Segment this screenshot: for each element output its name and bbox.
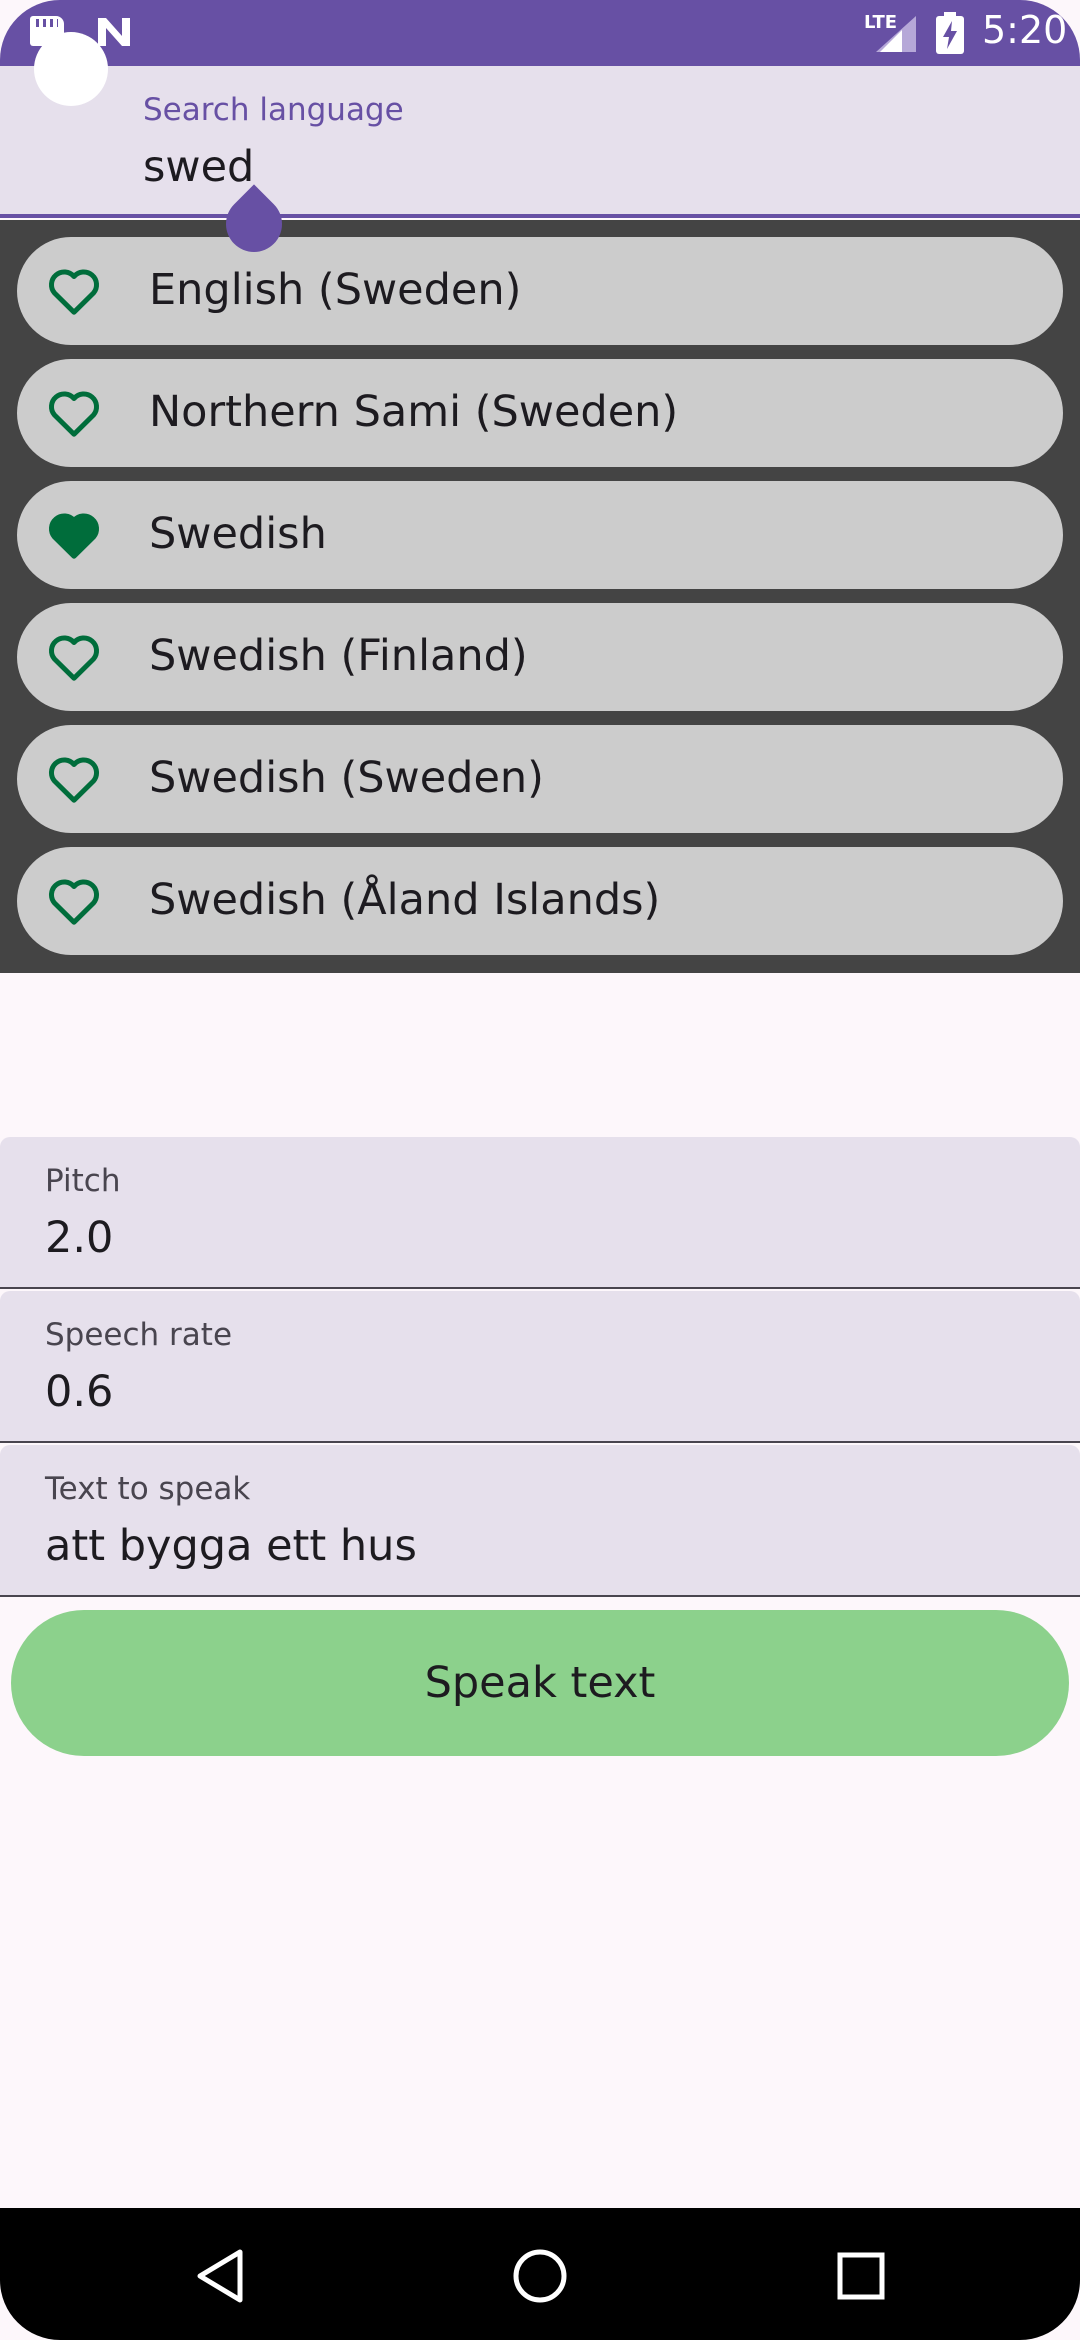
heart-outline-icon[interactable] <box>43 627 105 687</box>
language-item[interactable]: Swedish (Sweden) <box>17 725 1063 833</box>
touch-indicator <box>34 32 108 106</box>
language-search-field[interactable]: Search language swed <box>0 66 1080 218</box>
heart-outline-icon[interactable] <box>43 749 105 809</box>
heart-outline-icon[interactable] <box>43 383 105 443</box>
pitch-input[interactable]: 2.0 <box>45 1213 1025 1263</box>
language-label: English (Sweden) <box>149 265 522 315</box>
speech-rate-label: Speech rate <box>45 1317 233 1353</box>
pitch-field[interactable]: Pitch 2.0 <box>0 1137 1080 1289</box>
search-label: Search language <box>143 92 404 128</box>
pitch-label: Pitch <box>45 1163 121 1199</box>
language-label: Swedish (Finland) <box>149 631 528 681</box>
text-to-speak-input[interactable]: att bygga ett hus <box>45 1521 1025 1571</box>
language-item[interactable]: Swedish (Finland) <box>17 603 1063 711</box>
language-label: Swedish (Åland Islands) <box>149 875 661 925</box>
language-item[interactable]: Swedish (Åland Islands) <box>17 847 1063 955</box>
home-icon[interactable] <box>512 2248 568 2304</box>
n-icon <box>98 18 130 46</box>
language-label: Northern Sami (Sweden) <box>149 387 679 437</box>
navigation-bar <box>0 2208 1080 2340</box>
app-screen: LTE 5:20 Search language swed English (S… <box>0 0 1080 2340</box>
text-to-speak-label: Text to speak <box>45 1471 251 1507</box>
language-dropdown: English (Sweden) Northern Sami (Sweden) … <box>0 220 1080 973</box>
recents-icon[interactable] <box>837 2252 885 2300</box>
heart-filled-icon[interactable] <box>43 505 105 565</box>
language-label: Swedish <box>149 509 327 559</box>
heart-outline-icon[interactable] <box>43 871 105 931</box>
clock: 5:20 <box>982 8 1068 52</box>
language-item[interactable]: English (Sweden) <box>17 237 1063 345</box>
signal-icon <box>876 16 916 52</box>
language-label: Swedish (Sweden) <box>149 753 544 803</box>
language-item[interactable]: Northern Sami (Sweden) <box>17 359 1063 467</box>
language-item[interactable]: Swedish <box>17 481 1063 589</box>
text-to-speak-field[interactable]: Text to speak att bygga ett hus <box>0 1445 1080 1597</box>
heart-outline-icon[interactable] <box>43 261 105 321</box>
status-bar: LTE 5:20 <box>0 0 1080 66</box>
speech-rate-field[interactable]: Speech rate 0.6 <box>0 1291 1080 1443</box>
search-input[interactable]: swed <box>143 142 254 192</box>
speech-rate-input[interactable]: 0.6 <box>45 1367 1025 1417</box>
back-icon[interactable] <box>194 2248 246 2304</box>
battery-charging-icon <box>936 12 964 54</box>
speak-text-button[interactable]: Speak text <box>11 1610 1069 1756</box>
